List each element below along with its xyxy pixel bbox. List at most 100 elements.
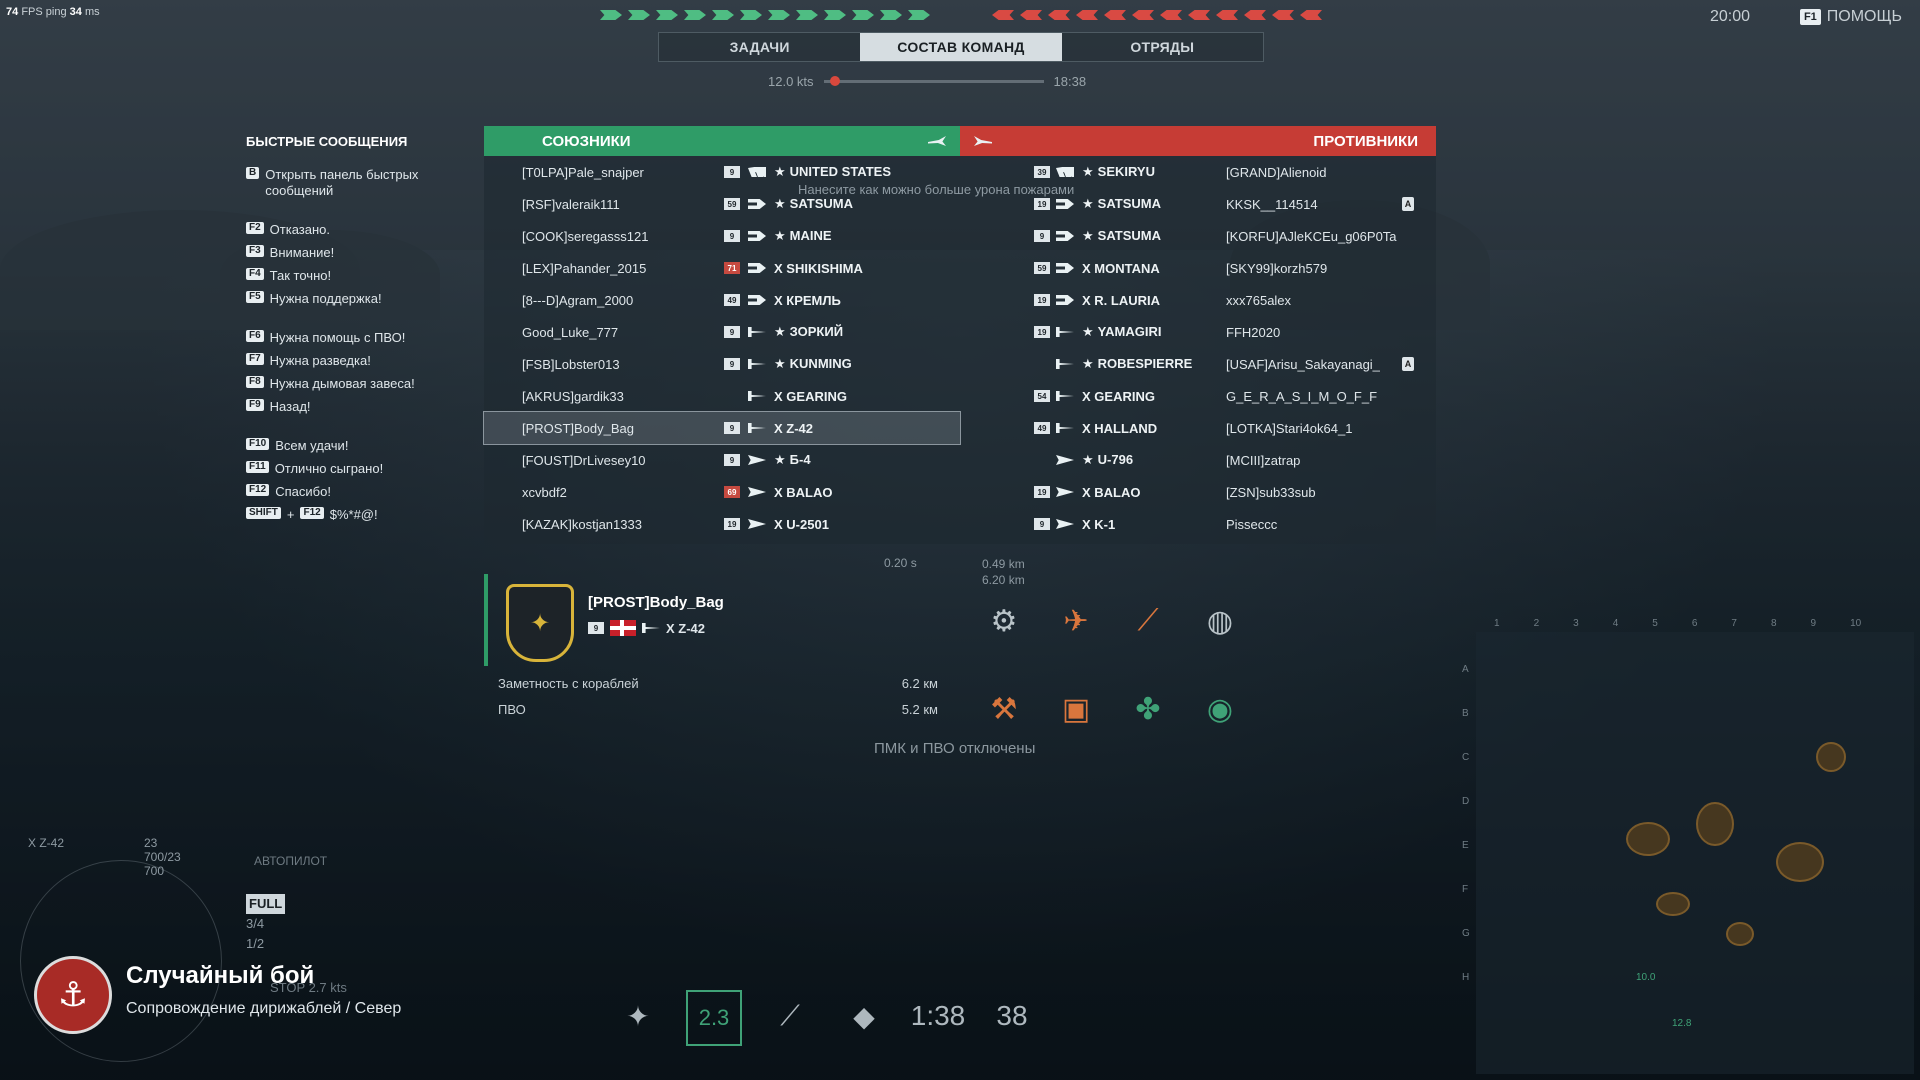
tab-tasks[interactable]: ЗАДАЧИ	[659, 33, 860, 61]
enemy-ship-icon	[1300, 10, 1322, 20]
enemies-list: [GRAND]Alienoid 39 ★ SEKIRYU KKSK__114514 19 ★…	[960, 156, 1436, 540]
allies-player-row[interactable]: xcvbdf2 69 X BALAO	[484, 476, 960, 508]
allies-player-row[interactable]: [8---D]Agram_2000 49 X КРЕМЛЬ	[484, 284, 960, 316]
ship-name: X BALAO	[1082, 484, 1141, 500]
player-name: xcvbdf2	[522, 484, 567, 500]
quick-message-label: Нужна дымовая завеса!	[269, 376, 415, 391]
ship-compass	[20, 860, 222, 1062]
torpedo-upgrade-icon[interactable]: ✈	[1048, 594, 1104, 648]
enemies-player-row[interactable]: G_E_R_A_S_I_M_O_F_F 54 X GEARING	[960, 380, 1436, 412]
quick-message-item[interactable]: F7 Нужна разведка!	[246, 353, 446, 369]
quick-message-item[interactable]: F5 Нужна поддержка!	[246, 291, 446, 307]
enemies-player-row[interactable]: [ZSN]sub33sub 19 X BALAO	[960, 476, 1436, 508]
ship-name-cell: ★ SATSUMA	[1082, 196, 1161, 212]
modules-grid: ⚙ ✈ ⟋ ◍ ⚒ ▣ ✤ ◉	[976, 594, 1264, 736]
allies-player-row[interactable]: [LEX]Pahander_2015 71 X SHIKISHIMA	[484, 252, 960, 284]
enemies-player-row[interactable]: [SKY99]korzh579 59 X MONTANA	[960, 252, 1436, 284]
minimap[interactable]: 10.0 12.8	[1476, 632, 1914, 1074]
help-button[interactable]: F1 ПОМОЩЬ	[1799, 8, 1902, 26]
allies-player-row[interactable]: [COOK]seregasss121 9 ★ MAINE	[484, 220, 960, 252]
ship-name: X MONTANA	[1082, 260, 1160, 276]
engine-boost-icon[interactable]: ▣	[1048, 682, 1104, 736]
propeller-icon[interactable]: ✤	[1120, 682, 1176, 736]
level-badge: 9	[724, 326, 740, 338]
allies-title: СОЮЗНИКИ	[542, 132, 631, 150]
enemies-player-row[interactable]: [MCIII]zatrap ★ U-796	[960, 444, 1436, 476]
quick-message-item[interactable]: F8 Нужна дымовая завеса!	[246, 376, 446, 392]
torpedo-icon[interactable]: ⟋	[1120, 594, 1176, 648]
level-badge: 69	[724, 486, 740, 498]
enemies-player-row[interactable]: Pisseccc 9 X K-1	[960, 508, 1436, 540]
smoke-generator-icon[interactable]: ◍	[1192, 594, 1248, 648]
star-icon: ★	[1082, 196, 1094, 211]
allies-player-row[interactable]: [FSB]Lobster013 9 ★ KUNMING	[484, 348, 960, 380]
count-slot[interactable]: 38	[986, 990, 1038, 1042]
shell-upgrade-icon[interactable]: ⚙	[976, 594, 1032, 648]
battle-clock: 20:00	[1709, 8, 1750, 25]
quick-message-item[interactable]: F4 Так точно!	[246, 268, 446, 284]
quick-message-item[interactable]: F3 Внимание!	[246, 245, 446, 261]
hotkey: F7	[246, 353, 264, 365]
plane-icon	[928, 136, 946, 146]
selected-ship: 9 X Z-42	[588, 620, 705, 636]
quick-message-item[interactable]: F12 Спасибо!	[246, 484, 446, 500]
ship-class-icon	[748, 167, 766, 177]
minimap-island	[1776, 842, 1824, 882]
timeline-speed: 12.0 kts	[768, 74, 814, 89]
level-badge: 39	[1034, 166, 1050, 178]
teams-table: [T0LPA]Pale_snajper 9 ★ UNITED STATES [RSF]v…	[483, 156, 1436, 544]
quick-message-item[interactable]: F6 Нужна помощь с ПВО!	[246, 330, 446, 346]
minimap-island	[1626, 822, 1670, 856]
consumable-slot[interactable]: ◆	[838, 990, 890, 1042]
main-battery-slot[interactable]: 2.3	[686, 990, 742, 1046]
enemy-ship-icon	[1020, 10, 1042, 20]
timer-slot[interactable]: 1:38	[911, 990, 966, 1042]
ship-name: X SHIKISHIMA	[774, 260, 863, 276]
battle-title: Случайный бой	[126, 962, 315, 989]
star-icon: ★	[1082, 228, 1094, 243]
allies-player-row[interactable]: Good_Luke_777 9 ★ ЗОРКИЙ	[484, 316, 960, 348]
quick-message-item[interactable]: F9 Назад!	[246, 399, 446, 415]
ship-name-cell: X КРЕМЛЬ	[774, 293, 841, 308]
selected-ship-name: X Z-42	[666, 620, 706, 636]
player-badge-icon: A	[1402, 197, 1414, 211]
enemies-player-row[interactable]: xxx765alex 19 X R. LAURIA	[960, 284, 1436, 316]
ship-name-cell: ★ Б-4	[774, 452, 811, 468]
enemies-player-row[interactable]: [LOTKA]Stari4ok64_1 49 X HALLAND	[960, 412, 1436, 444]
ammo-slot[interactable]: ✦	[612, 990, 664, 1042]
player-name: KKSK__114514	[1226, 196, 1318, 212]
battle-type-icon: ⚓	[34, 956, 112, 1034]
stat-row: Заметность с кораблей 6.2 км	[498, 676, 938, 691]
quick-message-label: Спасибо!	[275, 484, 331, 499]
player-name: [LOTKA]Stari4ok64_1	[1226, 420, 1353, 436]
own-ship-hp-value: 23 700/23 700	[144, 836, 181, 878]
allies-player-row[interactable]: [AKRUS]gardik33 X GEARING	[484, 380, 960, 412]
hydro-acoustic-icon[interactable]: ◉	[1192, 682, 1248, 736]
allies-player-row[interactable]: [PROST]Body_Bag 9 X Z-42	[483, 411, 961, 445]
tab-teams[interactable]: СОСТАВ КОМАНД	[860, 33, 1062, 61]
tab-divisions[interactable]: ОТРЯДЫ	[1062, 33, 1263, 61]
enemies-player-row[interactable]: FFH2020 19 ★ YAMAGIRI	[960, 316, 1436, 348]
timeline-marker	[829, 76, 840, 86]
ship-name-cell: X BALAO	[774, 485, 833, 500]
level-badge: 71	[724, 262, 740, 274]
enemies-player-row[interactable]: [USAF]Arisu_Sakayanagi_ ★ ROBESPIERRE A	[960, 348, 1436, 380]
quick-message-item[interactable]: F11 Отлично сыграно!	[246, 461, 446, 477]
torpedo-slot[interactable]: ⟋	[764, 990, 816, 1042]
ship-name: X КРЕМЛЬ	[774, 292, 841, 308]
damage-control-icon[interactable]: ⚒	[976, 682, 1032, 736]
star-icon: ★	[1082, 324, 1094, 339]
allies-player-row[interactable]: [KAZAK]kostjan1333 19 X U-2501	[484, 508, 960, 540]
quick-message-item[interactable]: F10 Всем удачи!	[246, 438, 446, 454]
enemies-player-row[interactable]: [KORFU]AJleKCEu_g06P0Ta 9 ★ SATSUMA	[960, 220, 1436, 252]
quick-message-item[interactable]: B Открыть панель быстрых сообщений	[246, 167, 446, 199]
quick-message-item[interactable]: F2 Отказано.	[246, 222, 446, 238]
ship-class-icon	[748, 455, 766, 465]
quick-message-item[interactable]: SHIFT + F12 $%*#@!	[246, 507, 446, 523]
card-accent	[484, 574, 488, 666]
minimap-island	[1696, 802, 1734, 846]
engine-half: 1/2	[246, 936, 265, 951]
allies-player-row[interactable]: [FOUST]DrLivesey10 9 ★ Б-4	[484, 444, 960, 476]
autopilot-label[interactable]: АВТОПИЛОТ	[254, 854, 327, 868]
quick-message-label: Внимание!	[269, 245, 335, 260]
